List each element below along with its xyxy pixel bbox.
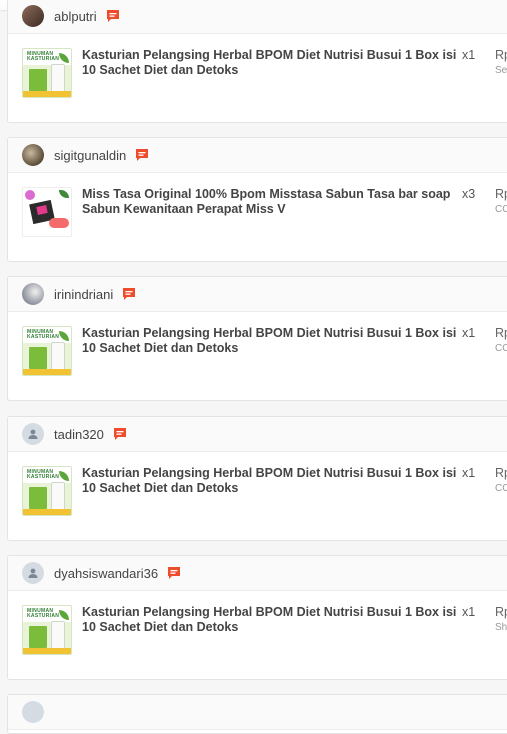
chat-icon[interactable]: [121, 286, 137, 302]
quantity: x3: [462, 187, 476, 201]
order-card-header: irinindriani: [8, 277, 507, 312]
order-card-header: tadin320: [8, 417, 507, 452]
product-name[interactable]: Kasturian Pelangsing Herbal BPOM Diet Nu…: [82, 605, 462, 635]
buyer-username[interactable]: irinindriani: [54, 287, 113, 302]
product-name[interactable]: Kasturian Pelangsing Herbal BPOM Diet Nu…: [82, 326, 462, 356]
avatar[interactable]: [22, 5, 44, 27]
shipping-label: CC: [495, 204, 507, 215]
order-card-header: ablputri: [8, 0, 507, 34]
price: Rp: [495, 48, 507, 62]
avatar[interactable]: [22, 283, 44, 305]
order-card-header: dyahsiswandari36: [8, 556, 507, 591]
order-card: sigitgunaldin Miss Tasa Original 100% Bp…: [7, 137, 507, 262]
order-item[interactable]: MINUMAN KASTURIAN Kasturian Pelangsing H…: [8, 591, 507, 679]
user-icon: [28, 429, 38, 439]
buyer-username[interactable]: dyahsiswandari36: [54, 566, 158, 581]
price: Rp: [495, 326, 507, 340]
product-name[interactable]: Miss Tasa Original 100% Bpom Misstasa Sa…: [82, 187, 462, 217]
shipping-label: CC: [495, 483, 507, 494]
avatar[interactable]: [22, 423, 44, 445]
order-card-header: sigitgunaldin: [8, 138, 507, 173]
shipping-label: Sh: [495, 622, 507, 633]
chat-icon[interactable]: [134, 147, 150, 163]
order-item[interactable]: MINUMAN KASTURIAN Kasturian Pelangsing H…: [8, 452, 507, 540]
product-thumbnail[interactable]: MINUMAN KASTURIAN: [22, 48, 72, 98]
product-name[interactable]: Kasturian Pelangsing Herbal BPOM Diet Nu…: [82, 466, 462, 496]
product-name[interactable]: Kasturian Pelangsing Herbal BPOM Diet Nu…: [82, 48, 462, 78]
chat-icon[interactable]: [112, 426, 128, 442]
order-item[interactable]: MINUMAN KASTURIAN Kasturian Pelangsing H…: [8, 34, 507, 122]
order-item[interactable]: Miss Tasa Original 100% Bpom Misstasa Sa…: [8, 173, 507, 261]
order-card: ablputri MINUMAN KASTURIAN Kasturian Pel…: [7, 0, 507, 123]
shipping-label: Se: [495, 65, 507, 76]
price: Rp: [495, 187, 507, 201]
user-icon: [28, 568, 38, 578]
buyer-username[interactable]: ablputri: [54, 9, 97, 24]
price: Rp: [495, 605, 507, 619]
quantity: x1: [462, 605, 476, 619]
quantity: x1: [462, 48, 476, 62]
order-item[interactable]: MINUMAN KASTURIAN Kasturian Pelangsing H…: [8, 312, 507, 400]
product-thumbnail[interactable]: MINUMAN KASTURIAN: [22, 605, 72, 655]
order-card: dyahsiswandari36 MINUMAN KASTURIAN Kastu…: [7, 555, 507, 680]
product-thumbnail[interactable]: [22, 187, 72, 237]
price: Rp: [495, 466, 507, 480]
product-thumbnail[interactable]: MINUMAN KASTURIAN: [22, 326, 72, 376]
avatar[interactable]: [22, 562, 44, 584]
order-card-header: [8, 695, 507, 730]
avatar[interactable]: [22, 701, 44, 723]
quantity: x1: [462, 326, 476, 340]
buyer-username[interactable]: tadin320: [54, 427, 104, 442]
order-card: irinindriani MINUMAN KASTURIAN Kasturian…: [7, 276, 507, 401]
chat-icon[interactable]: [105, 8, 121, 24]
quantity: x1: [462, 466, 476, 480]
shipping-label: CC: [495, 343, 507, 354]
order-card: tadin320 MINUMAN KASTURIAN Kasturian Pel…: [7, 416, 507, 541]
order-card: [7, 694, 507, 734]
avatar[interactable]: [22, 144, 44, 166]
chat-icon[interactable]: [166, 565, 182, 581]
buyer-username[interactable]: sigitgunaldin: [54, 148, 126, 163]
product-thumbnail[interactable]: MINUMAN KASTURIAN: [22, 466, 72, 516]
